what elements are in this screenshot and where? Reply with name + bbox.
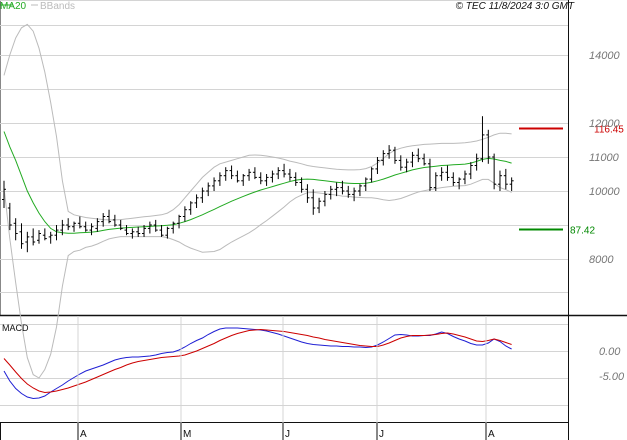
price-tick-label: 14000 xyxy=(589,50,620,62)
ohlc-bar xyxy=(83,221,88,232)
ohlc-bar xyxy=(276,167,281,180)
macd-axis-tick-labels: 0.00 -5.00 xyxy=(599,346,625,383)
ohlc-bar xyxy=(287,168,292,181)
ohlc-bar xyxy=(235,170,240,183)
ohlc-bar xyxy=(334,182,339,197)
month-label: A xyxy=(80,429,87,440)
ohlc-bar xyxy=(264,174,269,186)
ohlc-bar xyxy=(270,170,275,183)
ohlc-bar xyxy=(13,218,18,241)
ohlc-bar xyxy=(136,226,141,237)
support-level-label: 87.42 xyxy=(570,226,595,237)
ohlc-bar xyxy=(422,153,427,166)
price-tick-label: 10000 xyxy=(589,186,620,198)
ohlc-bar xyxy=(363,177,368,191)
ohlc-bars xyxy=(2,116,514,253)
ohlc-bar xyxy=(223,167,228,181)
ohlc-bar xyxy=(19,223,24,249)
ohlc-bar xyxy=(212,177,217,191)
macd-gridlines xyxy=(0,324,568,406)
bb-lower-line xyxy=(3,178,512,379)
ohlc-bar xyxy=(37,230,42,244)
ohlc-bar xyxy=(410,151,415,168)
ohlc-bar xyxy=(107,209,112,224)
ohlc-bar xyxy=(171,221,176,234)
macd-series-line xyxy=(3,327,512,400)
ohlc-bar xyxy=(468,162,473,180)
signal-series-line xyxy=(3,328,512,394)
ohlc-bar xyxy=(188,201,193,215)
ohlc-bar xyxy=(404,158,409,173)
macd-title: MACD xyxy=(2,323,29,333)
ohlc-bar xyxy=(258,172,263,185)
ohlc-bar xyxy=(241,174,246,186)
ohlc-bar xyxy=(25,231,30,253)
ohlc-bar xyxy=(48,231,53,244)
macd-panel-frame xyxy=(0,316,569,423)
legend: MA20 BBands xyxy=(0,1,75,12)
ohlc-bar xyxy=(509,177,514,191)
ohlc-bar xyxy=(165,226,170,239)
ohlc-bar xyxy=(317,197,322,214)
ohlc-bar xyxy=(229,165,234,180)
ohlc-bar xyxy=(416,148,421,163)
ohlc-bar xyxy=(293,172,298,186)
month-label: J xyxy=(379,429,384,440)
macd-lines xyxy=(3,327,512,400)
ohlc-bar xyxy=(31,228,36,246)
ohlc-bar xyxy=(247,168,252,181)
copyright-timestamp: © TEC 11/8/2024 3:0 GMT xyxy=(456,1,575,12)
ohlc-bar xyxy=(328,185,333,200)
ohlc-bar xyxy=(252,167,257,180)
price-tick-label: 11000 xyxy=(589,152,620,164)
month-label: M xyxy=(183,429,191,440)
ohlc-bar xyxy=(387,145,392,159)
macd-tick-label: 0.00 xyxy=(599,346,621,358)
ohlc-bar xyxy=(282,163,287,178)
ohlc-bar xyxy=(159,225,164,237)
price-chart: 116.45 87.42 140001200011000100008000 MA… xyxy=(0,0,627,440)
ohlc-bar xyxy=(200,187,205,203)
ohlc-bar xyxy=(445,165,450,181)
ohlc-bar xyxy=(427,158,432,191)
month-label: J xyxy=(285,429,290,440)
ohlc-bar xyxy=(72,221,77,232)
ohlc-bar xyxy=(217,172,222,186)
ohlc-bar xyxy=(66,218,71,231)
ohlc-bar xyxy=(462,170,467,185)
bbands-legend-label: BBands xyxy=(40,1,75,12)
ohlc-bar xyxy=(147,221,152,234)
ohlc-bar xyxy=(77,216,82,229)
ohlc-bar xyxy=(451,172,456,186)
ohlc-bar xyxy=(182,206,187,222)
ohlc-bar xyxy=(352,187,357,202)
price-tick-label: 8000 xyxy=(589,254,614,266)
ohlc-bar xyxy=(54,225,59,241)
ohlc-bar xyxy=(194,194,199,208)
ohlc-bar xyxy=(369,167,374,183)
ma20-legend-label: MA20 xyxy=(0,1,27,12)
ohlc-bar xyxy=(375,157,380,174)
ohlc-bar xyxy=(357,184,362,197)
ohlc-bar xyxy=(112,214,117,227)
price-tick-label: 12000 xyxy=(589,118,620,130)
ohlc-bar xyxy=(124,225,129,236)
ohlc-bar xyxy=(439,167,444,181)
macd-tick-label: -5.00 xyxy=(599,371,625,383)
ohlc-bar xyxy=(457,177,462,190)
ohlc-bar xyxy=(206,182,211,197)
month-label: A xyxy=(488,429,495,440)
ohlc-bar xyxy=(42,228,47,241)
ohlc-bar xyxy=(177,214,182,229)
ohlc-bar xyxy=(503,168,508,190)
ohlc-bar xyxy=(311,189,316,215)
